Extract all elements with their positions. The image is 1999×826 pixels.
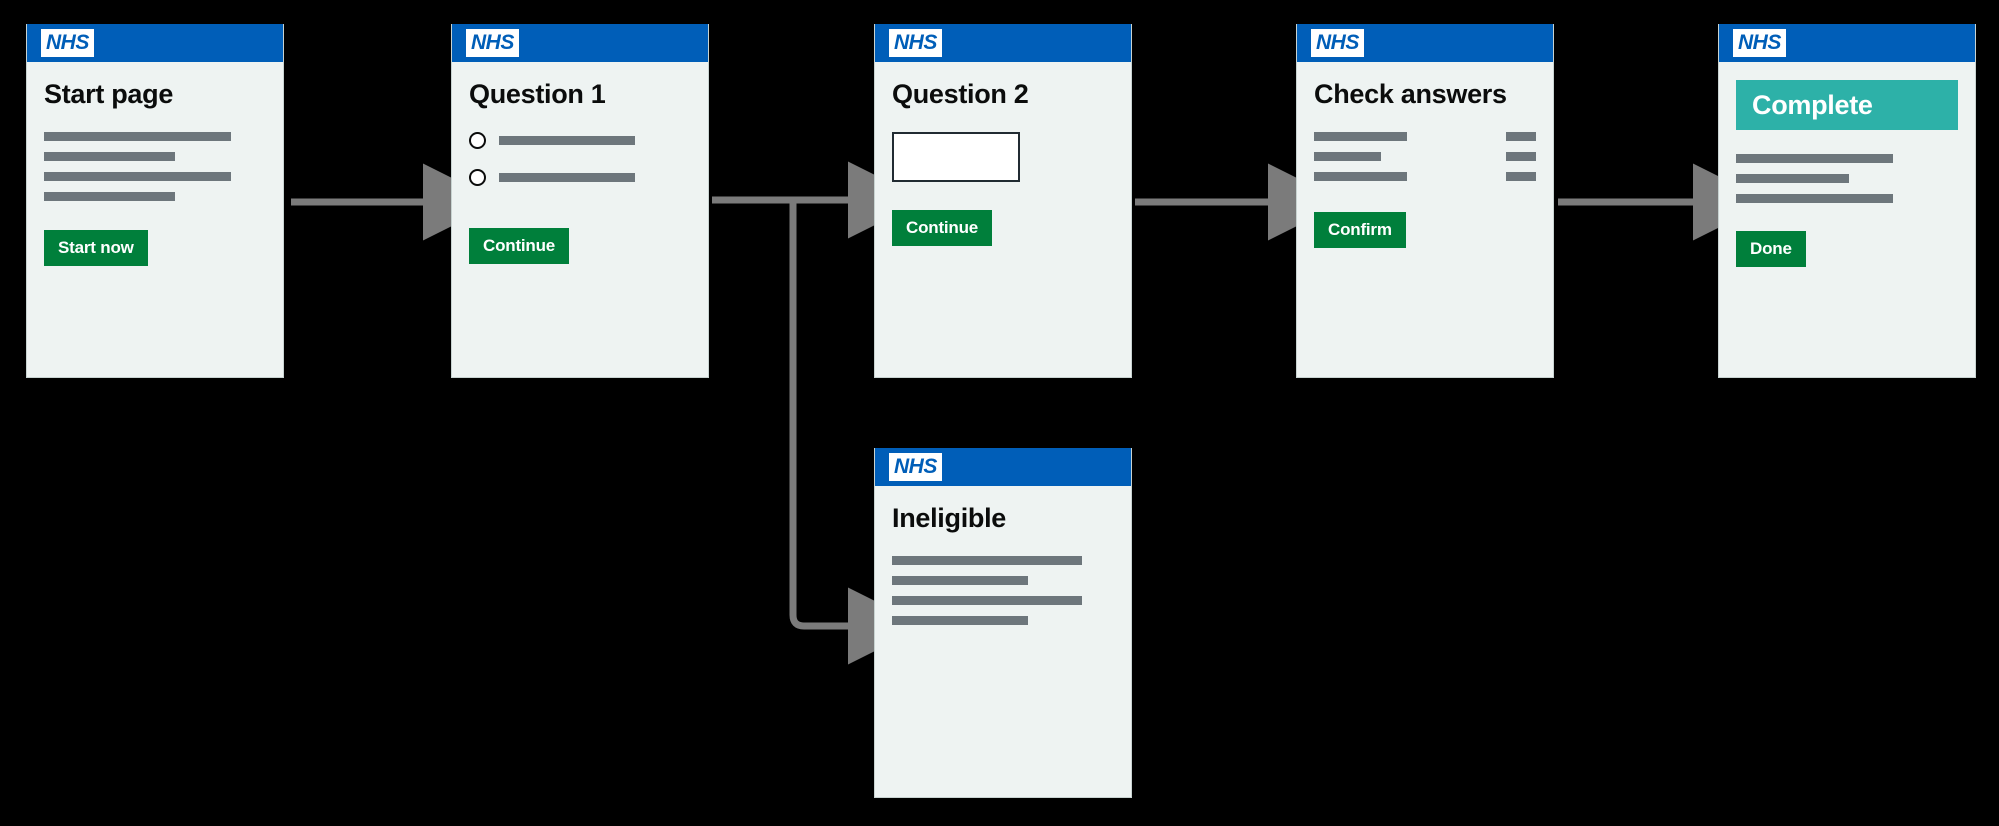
- nhs-logo-icon: NHS: [41, 29, 94, 57]
- card-question-1[interactable]: NHS Question 1 Continue: [451, 24, 709, 378]
- continue-button[interactable]: Continue: [892, 209, 993, 246]
- text-line: [892, 575, 1028, 585]
- nhs-logo-icon: NHS: [889, 29, 942, 57]
- text-line: [892, 615, 1028, 625]
- card-body: Question 2 Continue: [875, 62, 1131, 246]
- text-input-field[interactable]: [892, 131, 1020, 182]
- placeholder-text-block: [1736, 154, 1958, 203]
- card-header: NHS: [27, 24, 283, 62]
- card-question-2[interactable]: NHS Question 2 Continue: [874, 24, 1132, 378]
- summary-row: [1314, 171, 1536, 181]
- card-complete[interactable]: NHS Complete Done: [1718, 24, 1976, 378]
- card-ineligible[interactable]: NHS Ineligible: [874, 448, 1132, 798]
- arrow-question1-to-ineligible: [789, 203, 925, 665]
- radio-option[interactable]: [469, 168, 691, 186]
- text-line: [892, 555, 1082, 565]
- placeholder-text-block: [892, 555, 1114, 625]
- summary-row: [1314, 131, 1536, 141]
- card-header: NHS: [452, 24, 708, 62]
- radio-button-icon[interactable]: [469, 168, 486, 186]
- page-title: Question 1: [469, 79, 606, 109]
- summary-value: [1506, 171, 1536, 181]
- page-title: Start page: [44, 79, 174, 109]
- card-header: NHS: [1297, 24, 1553, 62]
- radio-label: [499, 135, 635, 145]
- text-line: [44, 151, 175, 161]
- summary-key: [1314, 171, 1407, 181]
- card-header: NHS: [1719, 24, 1975, 62]
- card-header: NHS: [875, 448, 1131, 486]
- radio-group[interactable]: [469, 131, 691, 186]
- service-flow-diagram: NHS Start page Start now NHS Question 1: [0, 0, 1999, 826]
- complete-status-banner: Complete: [1736, 80, 1958, 130]
- done-button[interactable]: Done: [1736, 231, 1806, 267]
- nhs-logo-icon: NHS: [889, 453, 942, 481]
- start-now-button[interactable]: Start now: [44, 229, 148, 266]
- radio-option[interactable]: [469, 131, 691, 149]
- text-line: [44, 131, 231, 141]
- nhs-logo-icon: NHS: [1733, 29, 1786, 57]
- radio-button-icon[interactable]: [469, 131, 486, 149]
- nhs-logo-icon: NHS: [466, 29, 519, 57]
- text-line: [892, 595, 1082, 605]
- summary-key: [1314, 131, 1407, 141]
- summary-list: [1314, 131, 1536, 181]
- card-body: Start page Start now: [27, 62, 283, 266]
- card-body: Check answers Confirm: [1297, 62, 1553, 248]
- page-title: Question 2: [892, 79, 1029, 109]
- summary-value: [1506, 131, 1536, 141]
- summary-row: [1314, 151, 1536, 161]
- nhs-logo-icon: NHS: [1311, 29, 1364, 57]
- text-line: [1736, 154, 1893, 163]
- text-line: [44, 171, 231, 181]
- text-line: [44, 191, 175, 201]
- card-header: NHS: [875, 24, 1131, 62]
- placeholder-text-block: [44, 131, 266, 201]
- card-body: Ineligible: [875, 486, 1131, 625]
- text-line: [1736, 174, 1849, 183]
- card-start-page[interactable]: NHS Start page Start now: [26, 24, 284, 378]
- summary-value: [1506, 151, 1536, 161]
- card-body: Question 1 Continue: [452, 62, 708, 264]
- radio-label: [499, 172, 635, 182]
- confirm-button[interactable]: Confirm: [1314, 211, 1406, 248]
- card-check-answers[interactable]: NHS Check answers Confirm: [1296, 24, 1554, 378]
- page-title: Ineligible: [892, 503, 1007, 533]
- continue-button[interactable]: Continue: [469, 227, 570, 264]
- card-body: Complete Done: [1719, 62, 1975, 267]
- page-title: Check answers: [1314, 79, 1507, 109]
- text-line: [1736, 194, 1893, 203]
- summary-key: [1314, 151, 1381, 161]
